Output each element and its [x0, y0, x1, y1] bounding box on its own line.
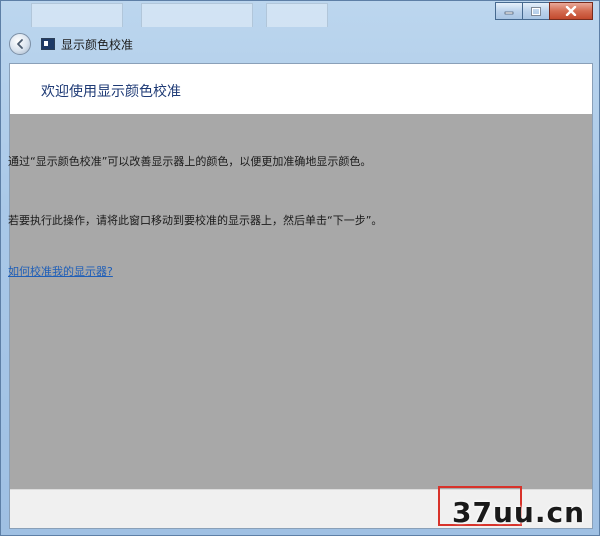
thumbnail — [31, 3, 123, 27]
maximize-button[interactable] — [522, 2, 550, 20]
navigation-bar: 显示颜色校准 — [9, 31, 133, 57]
intro-paragraph: 通过“显示颜色校准”可以改善显示器上的颜色，以便更加准确地显示颜色。 — [8, 155, 372, 168]
window-title: 显示颜色校准 — [61, 37, 134, 52]
thumbnail — [266, 3, 328, 27]
content-panel: 欢迎使用显示颜色校准 通过“显示颜色校准”可以改善显示器上的颜色，以便更加准确地… — [8, 63, 593, 529]
page-title: 欢迎使用显示颜色校准 — [41, 84, 181, 100]
help-link[interactable]: 如何校准我的显示器? — [8, 263, 113, 279]
taskbar-thumbnails — [1, 1, 501, 27]
watermark-logo: 37uu.cn — [452, 496, 585, 529]
back-arrow-icon — [17, 39, 23, 49]
close-icon — [565, 6, 577, 16]
display-calibration-icon — [41, 38, 55, 50]
minimize-icon — [504, 11, 514, 15]
maximize-icon — [531, 6, 541, 16]
close-button[interactable] — [549, 2, 593, 20]
minimize-button[interactable] — [495, 2, 523, 20]
back-button[interactable] — [9, 33, 31, 55]
header-band: 欢迎使用显示颜色校准 — [10, 64, 592, 114]
thumbnail — [141, 3, 253, 27]
caption-buttons — [495, 2, 593, 20]
instruction-paragraph: 若要执行此操作，请将此窗口移动到要校准的显示器上，然后单击“下一步”。 — [8, 214, 383, 227]
calibration-window: 显示颜色校准 欢迎使用显示颜色校准 通过“显示颜色校准”可以改善显示器上的颜色，… — [0, 0, 600, 536]
